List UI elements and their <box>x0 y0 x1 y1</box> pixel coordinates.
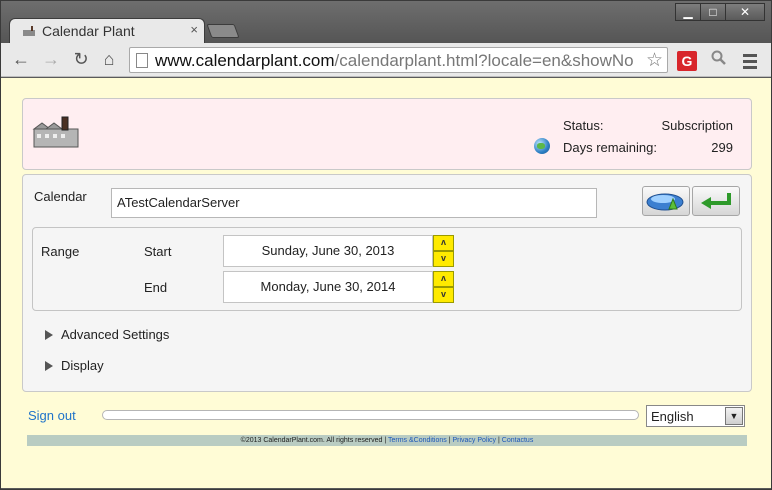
privacy-policy-link[interactable]: Privacy Policy <box>452 437 496 444</box>
calendar-label: Calendar <box>34 189 87 204</box>
tab-strip: Calendar Plant × ▁ □ ✕ <box>1 1 771 44</box>
range-label: Range <box>41 244 80 259</box>
sign-out-link[interactable]: Sign out <box>28 408 76 423</box>
factory-favicon-icon <box>23 26 35 36</box>
calendar-name-input[interactable]: ATestCalendarServer <box>111 188 597 218</box>
end-date-spinner: ʌ v <box>433 271 454 303</box>
end-date-down-button[interactable]: v <box>433 287 454 303</box>
cloud-upload-icon <box>646 193 684 211</box>
display-toggle[interactable]: Display <box>45 358 104 373</box>
page-icon <box>136 53 148 68</box>
end-date-field[interactable]: Monday, June 30, 2014 <box>223 271 433 303</box>
progress-bar <box>102 410 639 420</box>
factory-logo-icon <box>32 116 79 148</box>
start-label: Start <box>144 244 172 259</box>
page-viewport: Status: Subscription Days remaining: 299… <box>1 78 771 488</box>
url-text: www.calendarplant.com/calendarplant.html… <box>155 51 634 71</box>
days-remaining-value: 299 <box>711 140 733 155</box>
status-label: Status: <box>563 118 604 133</box>
globe-icon <box>534 138 550 154</box>
expand-triangle-icon <box>45 360 53 371</box>
settings-panel: Calendar ATestCalendarServer Range Start… <box>22 174 752 392</box>
end-date-up-button[interactable]: ʌ <box>433 271 454 287</box>
footer-bar: ©2013 CalendarPlant.com. All rights rese… <box>27 435 747 446</box>
tab-title: Calendar Plant <box>42 23 135 39</box>
start-date-up-button[interactable]: ʌ <box>433 235 454 251</box>
start-date-field[interactable]: Sunday, June 30, 2013 <box>223 235 433 267</box>
hamburger-menu-icon[interactable] <box>743 54 757 72</box>
reload-icon[interactable]: ↻ <box>71 49 91 69</box>
end-label: End <box>144 280 168 295</box>
close-window-button[interactable]: ✕ <box>725 3 765 21</box>
dropdown-arrow-icon[interactable]: ▼ <box>725 407 743 425</box>
url-host: www.calendarplant.com <box>155 51 335 70</box>
tab-calendar-plant[interactable]: Calendar Plant × <box>9 18 205 44</box>
language-select[interactable]: English ▼ <box>646 405 745 427</box>
magnifier-extension-icon[interactable] <box>711 50 727 66</box>
contact-us-link[interactable]: Contactus <box>502 437 534 444</box>
new-tab-button[interactable] <box>206 24 240 38</box>
url-path: /calendarplant.html?locale=en&showNo <box>334 51 634 70</box>
status-panel: Status: Subscription Days remaining: 299 <box>22 98 752 170</box>
status-value: Subscription <box>661 118 733 133</box>
start-date-spinner: ʌ v <box>433 235 454 267</box>
language-value: English <box>651 409 694 424</box>
bookmark-star-icon[interactable]: ☆ <box>646 49 663 72</box>
tab-close-icon[interactable]: × <box>190 22 198 37</box>
back-arrow-icon[interactable]: ← <box>11 49 31 69</box>
copyright-text: ©2013 CalendarPlant.com. All rights rese… <box>240 437 383 444</box>
browser-toolbar: ← → ↻ ⌂ www.calendarplant.com/calendarpl… <box>1 43 771 77</box>
submit-enter-button[interactable] <box>692 186 740 216</box>
days-remaining-label: Days remaining: <box>563 140 657 155</box>
forward-arrow-icon[interactable]: → <box>41 49 61 69</box>
advanced-settings-label: Advanced Settings <box>61 327 170 342</box>
start-date-down-button[interactable]: v <box>433 251 454 267</box>
expand-triangle-icon <box>45 329 53 340</box>
advanced-settings-toggle[interactable]: Advanced Settings <box>45 327 169 342</box>
address-bar[interactable]: www.calendarplant.com/calendarplant.html… <box>129 47 668 73</box>
extension-g-icon[interactable]: G <box>677 51 697 71</box>
home-icon[interactable]: ⌂ <box>99 49 119 69</box>
upload-to-cloud-button[interactable] <box>642 186 690 216</box>
date-range-box: Range Start Sunday, June 30, 2013 ʌ v En… <box>32 227 742 311</box>
maximize-button[interactable]: □ <box>700 3 726 21</box>
green-return-arrow-icon <box>701 193 731 209</box>
minimize-button[interactable]: ▁ <box>675 3 701 21</box>
browser-window: Calendar Plant × ▁ □ ✕ ← → ↻ ⌂ www.calen… <box>0 0 772 490</box>
terms-link[interactable]: Terms &Conditions <box>388 437 447 444</box>
window-controls: ▁ □ ✕ <box>675 3 765 21</box>
display-label: Display <box>61 358 104 373</box>
separator: | <box>498 437 500 444</box>
separator: | <box>448 437 451 444</box>
separator: | <box>384 437 387 444</box>
